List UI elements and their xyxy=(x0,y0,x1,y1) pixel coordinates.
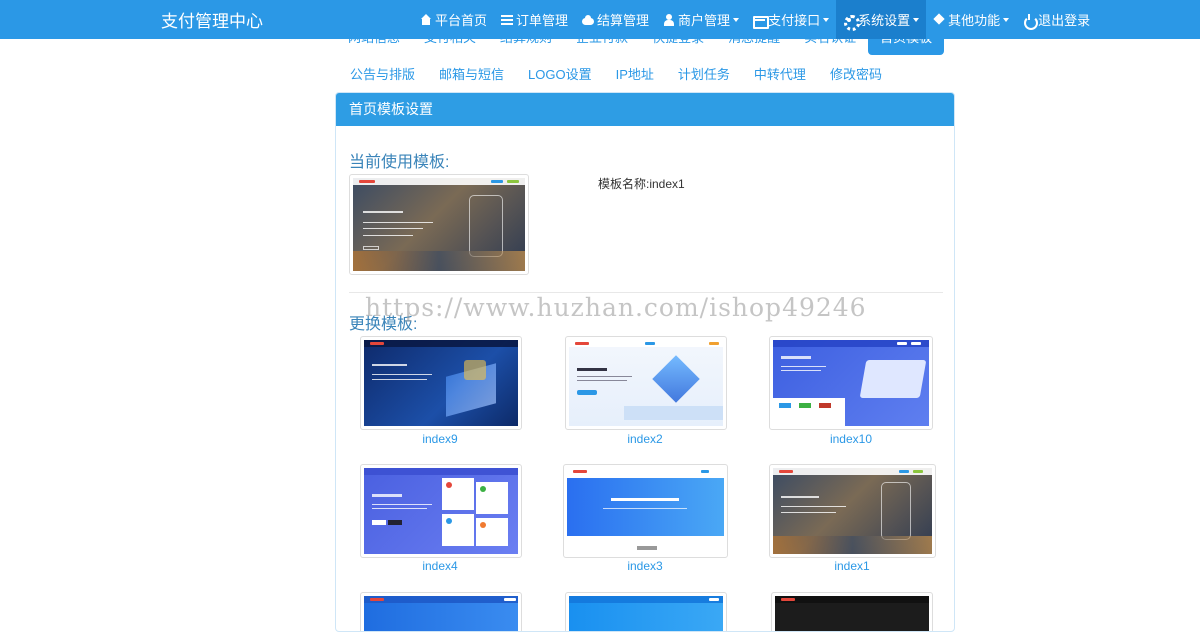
template-name-index9[interactable]: index9 xyxy=(360,432,520,446)
template-thumbnail-partial[interactable] xyxy=(360,592,522,631)
divider xyxy=(349,292,943,293)
home-icon xyxy=(420,13,432,26)
caret-down-icon xyxy=(733,17,740,22)
template-thumbnail-index10[interactable] xyxy=(769,336,933,430)
tab-scheduled-tasks[interactable]: 计划任务 xyxy=(666,57,742,92)
tab-proxy[interactable]: 中转代理 xyxy=(742,57,818,92)
power-icon xyxy=(1023,13,1039,30)
nav-item-payment-interface[interactable]: 支付接口 xyxy=(746,0,836,39)
nav-item-settlement[interactable]: 结算管理 xyxy=(575,0,656,39)
template-thumbnail-index1[interactable] xyxy=(769,464,936,558)
change-template-title: 更换模板: xyxy=(349,316,418,333)
nav-item-label: 支付接口 xyxy=(768,13,821,28)
nav-item-merchants[interactable]: 商户管理 xyxy=(656,0,746,39)
nav-item-label: 商户管理 xyxy=(678,13,731,28)
template-thumbnail-index3[interactable] xyxy=(563,464,728,558)
nav-item-label: 结算管理 xyxy=(597,13,650,28)
template-name-index10[interactable]: index10 xyxy=(771,432,931,446)
nav-item-system-settings[interactable]: 系统设置 xyxy=(836,0,927,39)
nav-item-label: 退出登录 xyxy=(1038,13,1091,28)
top-navbar: 支付管理中心 平台首页 订单管理 结算管理 商户管理 支付接口 系统设置 其他功… xyxy=(0,0,1200,39)
caret-down-icon xyxy=(1003,17,1010,22)
user-icon xyxy=(663,13,675,26)
nav-item-label: 系统设置 xyxy=(858,13,911,28)
nav-item-logout[interactable]: 退出登录 xyxy=(1016,0,1097,39)
tab-announcements[interactable]: 公告与排版 xyxy=(338,57,427,92)
current-template-title: 当前使用模板: xyxy=(349,154,450,171)
tab-row-2: 公告与排版 邮箱与短信 LOGO设置 IP地址 计划任务 中转代理 修改密码 xyxy=(338,57,894,92)
template-thumbnail-index2[interactable] xyxy=(565,336,727,430)
cloud-icon xyxy=(582,14,595,26)
panel-heading: 首页模板设置 xyxy=(336,93,954,126)
nav-item-label: 平台首页 xyxy=(435,13,488,28)
tab-logo[interactable]: LOGO设置 xyxy=(516,57,604,92)
credit-card-icon xyxy=(753,14,770,29)
tab-email-sms[interactable]: 邮箱与短信 xyxy=(427,57,516,92)
template-thumbnail-index9[interactable] xyxy=(360,336,522,430)
cube-icon xyxy=(933,14,945,26)
nav-item-home[interactable]: 平台首页 xyxy=(413,0,494,39)
list-icon xyxy=(501,14,514,26)
template-thumbnail-partial[interactable] xyxy=(565,592,727,631)
nav-item-orders[interactable]: 订单管理 xyxy=(494,0,575,39)
nav-item-label: 订单管理 xyxy=(516,13,569,28)
brand-title[interactable]: 支付管理中心 xyxy=(161,7,263,32)
template-settings-panel: 首页模板设置 当前使用模板: 模板名称:index1 更换模板: index9 … xyxy=(335,92,955,632)
current-template-name: 模板名称:index1 xyxy=(598,177,685,191)
nav-item-label: 其他功能 xyxy=(948,13,1001,28)
nav-menu: 平台首页 订单管理 结算管理 商户管理 支付接口 系统设置 其他功能 退出登录 xyxy=(413,0,1097,39)
template-thumbnail-partial[interactable] xyxy=(771,592,933,631)
template-name-index2[interactable]: index2 xyxy=(565,432,725,446)
gear-icon xyxy=(843,14,861,31)
template-name-index3[interactable]: index3 xyxy=(565,559,725,573)
caret-down-icon xyxy=(913,17,920,22)
template-thumbnail-index4[interactable] xyxy=(360,464,522,558)
tab-ip-address[interactable]: IP地址 xyxy=(604,57,666,92)
caret-down-icon xyxy=(823,17,830,22)
template-name-index4[interactable]: index4 xyxy=(360,559,520,573)
current-template-thumbnail xyxy=(349,174,529,275)
tab-change-password[interactable]: 修改密码 xyxy=(818,57,894,92)
nav-item-other-functions[interactable]: 其他功能 xyxy=(926,0,1016,39)
template-name-index1[interactable]: index1 xyxy=(772,559,932,573)
